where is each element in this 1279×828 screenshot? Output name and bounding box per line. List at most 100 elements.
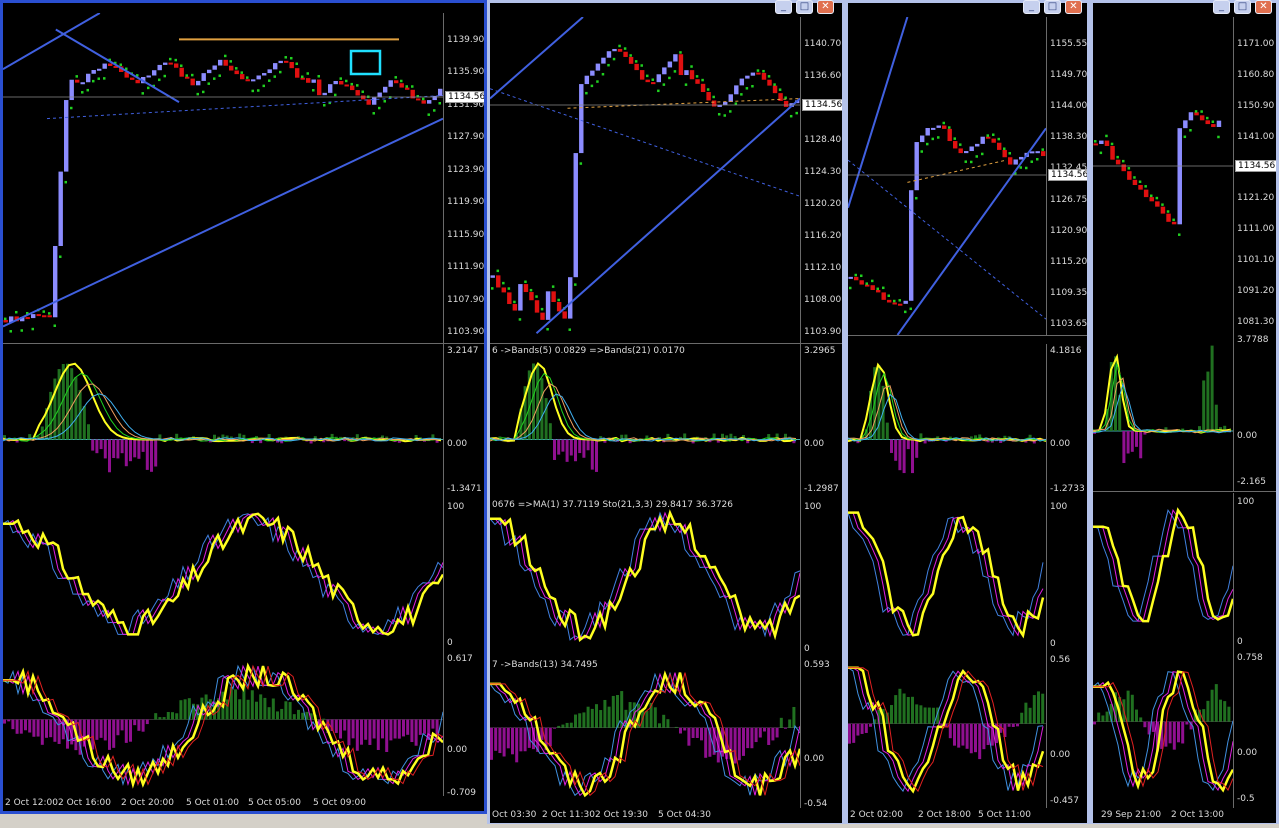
close-button[interactable]: ✕ bbox=[1065, 0, 1082, 14]
scale-label: 1127.90 bbox=[447, 132, 484, 143]
price-scale[interactable] bbox=[800, 498, 842, 658]
minimize-button[interactable]: _ bbox=[1213, 0, 1230, 14]
price-scale[interactable] bbox=[443, 498, 484, 652]
candle bbox=[573, 153, 578, 278]
candle bbox=[745, 75, 750, 79]
price-scale[interactable] bbox=[1233, 651, 1276, 808]
histogram-bar bbox=[611, 695, 615, 728]
price-scale[interactable] bbox=[1046, 498, 1087, 653]
price-pane[interactable]: 1155.551149.701144.001138.301132.451126.… bbox=[848, 17, 1087, 336]
price-scale[interactable] bbox=[443, 344, 484, 498]
indicator-line bbox=[490, 383, 797, 442]
histogram-bar bbox=[915, 439, 919, 458]
window-controls: _ □ ✕ bbox=[1213, 0, 1272, 14]
candle bbox=[317, 79, 322, 96]
price-scale[interactable] bbox=[1046, 653, 1087, 810]
histogram-bar bbox=[330, 433, 334, 440]
candle bbox=[1166, 213, 1171, 222]
sar-dot bbox=[1133, 176, 1136, 179]
price-pane[interactable]: 1171.001160.801150.901141.001131.101121.… bbox=[1093, 17, 1276, 334]
candle bbox=[612, 48, 617, 52]
scale-label: 100 bbox=[804, 502, 822, 512]
maximize-button[interactable]: □ bbox=[796, 0, 813, 14]
indicator-pane-2[interactable]: 100 0 bbox=[1093, 493, 1276, 652]
price-scale[interactable] bbox=[800, 658, 842, 813]
price-scale[interactable] bbox=[443, 13, 484, 343]
histogram-bar bbox=[595, 439, 598, 472]
indicator-pane-3[interactable]: 0.593 0.00 -0.54 7 ->Bands(13) 34.7495 bbox=[490, 658, 842, 814]
histogram-bar bbox=[1126, 430, 1130, 454]
candle bbox=[394, 80, 399, 84]
minimize-button[interactable]: _ bbox=[775, 0, 792, 14]
oscillator-line bbox=[3, 513, 443, 635]
indicator-pane-3[interactable]: 0.758 0.00 -0.5 bbox=[1093, 651, 1276, 809]
price-pane[interactable]: 1139.90 1135.90 1131.90 1127.90 1123.90 1119.… bbox=[3, 13, 484, 344]
oscillator-line bbox=[490, 511, 800, 641]
histogram-bar bbox=[234, 689, 237, 720]
histogram-bar bbox=[978, 723, 982, 760]
histogram-bar bbox=[856, 723, 860, 736]
candle bbox=[179, 67, 184, 77]
indicator-pane-2[interactable]: 100 0 bbox=[3, 498, 484, 653]
price-pane[interactable]: 1140.701136.601132.501128.401124.301120.… bbox=[490, 17, 842, 344]
price-scale[interactable] bbox=[800, 344, 842, 498]
histogram-bar bbox=[1135, 430, 1138, 447]
sar-dot bbox=[657, 89, 660, 93]
indicator-pane-1[interactable]: 3.7788 0.00 -2.165 bbox=[1093, 333, 1276, 492]
sar-dot bbox=[1127, 167, 1131, 170]
scale-label: 1103.90 bbox=[804, 327, 842, 337]
sar-dot bbox=[948, 126, 951, 129]
histogram-bar bbox=[898, 439, 902, 471]
scale-label: 1150.90 bbox=[1237, 100, 1275, 111]
indicator-pane-2[interactable]: 100 0 0676 =>MA(1) 37.7119 Sto(21,3,3) 29.… bbox=[490, 498, 842, 659]
indicator-pane-1[interactable]: 3.2147 0.00 -1.3471 bbox=[3, 344, 484, 499]
scale-label: 1155.55 bbox=[1050, 39, 1087, 49]
candle bbox=[892, 302, 897, 305]
histogram-bar bbox=[902, 439, 906, 474]
histogram-bar bbox=[120, 439, 124, 454]
current-price-label: 1134.56 bbox=[802, 99, 842, 111]
close-button[interactable]: ✕ bbox=[1255, 0, 1272, 14]
histogram-bar bbox=[911, 696, 914, 724]
indicator-pane-3[interactable]: 0.56 0.00 -0.457 bbox=[848, 653, 1087, 811]
chart-window-4[interactable]: _ □ ✕ 1171.001160.801150.901141.001131.1011… bbox=[1090, 0, 1279, 826]
oscillator-line bbox=[490, 509, 800, 643]
chart-window-3[interactable]: _ □ ✕ 1155.551149.701144.001138.301132.4511… bbox=[845, 0, 1090, 826]
sar-dot bbox=[202, 90, 205, 94]
sar-dot bbox=[1036, 157, 1039, 161]
maximize-button[interactable]: □ bbox=[1234, 0, 1251, 14]
current-price-label: 1134.56 bbox=[445, 91, 484, 103]
sar-dot bbox=[42, 310, 45, 313]
indicator-line bbox=[490, 361, 797, 443]
price-scale[interactable] bbox=[1233, 493, 1276, 651]
scale-label: 1138.30 bbox=[1050, 132, 1087, 143]
indicator-pane-1[interactable]: 3.2965 0.00 -1.2987 6 ->Bands(5) 0.0829 =>B… bbox=[490, 344, 842, 499]
minimize-button[interactable]: _ bbox=[1023, 0, 1040, 14]
time-label: 2 Oct 02:00 bbox=[850, 810, 903, 820]
histogram-bar bbox=[906, 439, 910, 450]
close-button[interactable]: ✕ bbox=[817, 0, 834, 14]
indicator-pane-1[interactable]: 4.1816 0.00 -1.2733 bbox=[848, 344, 1087, 499]
scale-label: 0.00 bbox=[1050, 750, 1071, 761]
price-scale[interactable] bbox=[443, 652, 484, 802]
price-scale[interactable] bbox=[1046, 344, 1087, 498]
candle bbox=[628, 56, 634, 64]
chart-window-1[interactable]: 1139.90 1135.90 1131.90 1127.90 1123.90 1119.… bbox=[0, 0, 487, 814]
candle bbox=[1216, 120, 1222, 127]
histogram-bar bbox=[150, 439, 153, 472]
indicator-chart bbox=[1093, 670, 1233, 793]
candle bbox=[278, 60, 283, 64]
scale-label: 0 bbox=[1237, 637, 1243, 647]
indicator-pane-3[interactable]: 0.617 0.00 -0.709 bbox=[3, 652, 484, 803]
price-scale[interactable] bbox=[1233, 333, 1276, 491]
chart-window-2[interactable]: _ □ ✕ 1140.701136.601132.501128.401124.3011… bbox=[487, 0, 845, 826]
histogram-bar bbox=[982, 723, 986, 750]
indicator-pane-2[interactable]: 100 0 bbox=[848, 498, 1087, 654]
maximize-button[interactable]: □ bbox=[1044, 0, 1061, 14]
histogram-bar bbox=[250, 690, 254, 720]
sar-dot bbox=[334, 93, 337, 97]
histogram-bar bbox=[141, 439, 145, 452]
scale-label: -1.2987 bbox=[804, 484, 839, 494]
indicator-line bbox=[490, 393, 797, 442]
candle bbox=[3, 319, 8, 323]
